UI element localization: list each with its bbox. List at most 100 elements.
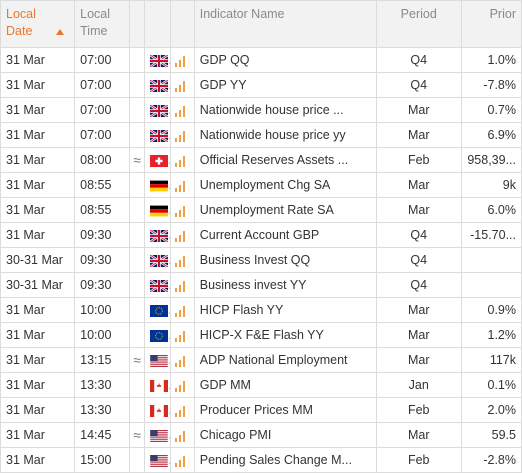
- importance-bars-icon: [175, 380, 186, 392]
- row-indicator-name[interactable]: Unemployment Chg SA: [193, 172, 377, 198]
- uk-flag-icon: [150, 279, 168, 292]
- row-country: [143, 72, 172, 98]
- row-time: 08:00: [74, 147, 131, 173]
- row-country: [143, 197, 172, 223]
- importance-bars-icon: [175, 255, 186, 267]
- column-header-indicator-name[interactable]: Indicator Name: [193, 0, 377, 48]
- row-indicator-name[interactable]: Official Reserves Assets ...: [193, 147, 377, 173]
- canada-flag-icon: [150, 404, 168, 417]
- row-importance: [170, 397, 195, 423]
- column-header-period[interactable]: Period: [375, 0, 462, 48]
- column-header-local-time[interactable]: Local Time: [74, 0, 131, 48]
- column-header-volatility: [129, 0, 145, 48]
- calendar-row[interactable]: 31 Mar 13:30 Producer Prices MM Feb 2.0%: [0, 397, 522, 423]
- row-indicator-name[interactable]: Chicago PMI: [193, 422, 377, 448]
- row-country: [143, 322, 172, 348]
- row-country: [143, 372, 172, 398]
- row-time: 08:55: [74, 197, 131, 223]
- row-indicator-name[interactable]: ADP National Employment: [193, 347, 377, 373]
- volatility-icon: [129, 322, 145, 348]
- column-header-local-date[interactable]: Local Date: [0, 0, 76, 48]
- importance-bars-icon: [175, 305, 186, 317]
- row-indicator-name[interactable]: Business Invest QQ: [193, 247, 377, 273]
- volatility-icon: [129, 297, 145, 323]
- volatility-icon: [129, 197, 145, 223]
- row-date: 31 Mar: [0, 72, 76, 98]
- row-indicator-name[interactable]: Nationwide house price yy: [193, 122, 377, 148]
- sort-ascending-icon: [56, 28, 64, 35]
- row-prior: -7.8%: [460, 72, 522, 98]
- prior-label: Prior: [489, 7, 516, 21]
- calendar-row[interactable]: 31 Mar 13:15 ≈ ADP National Employment Mar 11…: [0, 347, 522, 373]
- row-indicator-name[interactable]: Producer Prices MM: [193, 397, 377, 423]
- row-date: 31 Mar: [0, 197, 76, 223]
- row-indicator-name[interactable]: GDP QQ: [193, 47, 377, 73]
- row-date: 31 Mar: [0, 122, 76, 148]
- row-time: 10:00: [74, 297, 131, 323]
- calendar-row[interactable]: 31 Mar 08:55 Unemployment Rate SA Mar 6.0%: [0, 197, 522, 223]
- volatility-icon: [129, 222, 145, 248]
- row-indicator-name[interactable]: HICP Flash YY: [193, 297, 377, 323]
- row-time: 13:30: [74, 397, 131, 423]
- importance-bars-icon: [175, 105, 186, 117]
- row-country: [143, 347, 172, 373]
- row-country: [143, 422, 172, 448]
- row-indicator-name[interactable]: GDP YY: [193, 72, 377, 98]
- uk-flag-icon: [150, 129, 168, 142]
- calendar-row[interactable]: 30-31 Mar 09:30 Business invest YY Q4: [0, 272, 522, 298]
- row-time: 07:00: [74, 97, 131, 123]
- row-prior: 117k: [460, 347, 522, 373]
- row-indicator-name[interactable]: Business invest YY: [193, 272, 377, 298]
- row-country: [143, 47, 172, 73]
- calendar-row[interactable]: 31 Mar 10:00 HICP-X F&E Flash YY Mar 1.2%: [0, 322, 522, 348]
- row-importance: [170, 222, 195, 248]
- column-header-prior[interactable]: Prior: [460, 0, 522, 48]
- uk-flag-icon: [150, 254, 168, 267]
- row-period: Q4: [375, 247, 462, 273]
- calendar-row[interactable]: 31 Mar 14:45 ≈ Chicago PMI Mar 59.5: [0, 422, 522, 448]
- row-time: 14:45: [74, 422, 131, 448]
- calendar-row[interactable]: 30-31 Mar 09:30 Business Invest QQ Q4: [0, 247, 522, 273]
- row-indicator-name[interactable]: Nationwide house price ...: [193, 97, 377, 123]
- calendar-row[interactable]: 31 Mar 13:30 GDP MM Jan 0.1%: [0, 372, 522, 398]
- importance-bars-icon: [175, 330, 186, 342]
- row-time: 13:15: [74, 347, 131, 373]
- row-importance: [170, 247, 195, 273]
- row-country: [143, 297, 172, 323]
- row-indicator-name[interactable]: Current Account GBP: [193, 222, 377, 248]
- germany-flag-icon: [150, 180, 168, 192]
- row-prior: 1.0%: [460, 47, 522, 73]
- calendar-row[interactable]: 31 Mar 07:00 GDP YY Q4 -7.8%: [0, 72, 522, 98]
- row-indicator-name[interactable]: GDP MM: [193, 372, 377, 398]
- calendar-row[interactable]: 31 Mar 08:00 ≈ Official Reserves Assets ...…: [0, 147, 522, 173]
- row-importance: [170, 172, 195, 198]
- row-prior: 2.0%: [460, 397, 522, 423]
- row-period: Mar: [375, 422, 462, 448]
- row-country: [143, 272, 172, 298]
- calendar-row[interactable]: 31 Mar 10:00 HICP Flash YY Mar 0.9%: [0, 297, 522, 323]
- period-label: Period: [400, 7, 437, 21]
- row-importance: [170, 97, 195, 123]
- row-country: [143, 397, 172, 423]
- calendar-row[interactable]: 31 Mar 07:00 Nationwide house price yy Mar 6…: [0, 122, 522, 148]
- row-date: 31 Mar: [0, 172, 76, 198]
- row-time: 07:00: [74, 72, 131, 98]
- row-importance: [170, 297, 195, 323]
- row-date: 30-31 Mar: [0, 247, 76, 273]
- volatility-icon: [129, 372, 145, 398]
- calendar-row[interactable]: 31 Mar 09:30 Current Account GBP Q4 -15.70..…: [0, 222, 522, 248]
- row-country: [143, 222, 172, 248]
- row-importance: [170, 197, 195, 223]
- indicator-name-label: Indicator Name: [199, 7, 285, 21]
- row-indicator-name[interactable]: HICP-X F&E Flash YY: [193, 322, 377, 348]
- calendar-row[interactable]: 31 Mar 07:00 GDP QQ Q4 1.0%: [0, 47, 522, 73]
- row-importance: [170, 272, 195, 298]
- row-indicator-name[interactable]: Unemployment Rate SA: [193, 197, 377, 223]
- row-importance: [170, 422, 195, 448]
- switzerland-flag-icon: [150, 154, 168, 167]
- row-time: 10:00: [74, 322, 131, 348]
- calendar-row[interactable]: 31 Mar 07:00 Nationwide house price ... Mar…: [0, 97, 522, 123]
- calendar-row[interactable]: 31 Mar 08:55 Unemployment Chg SA Mar 9k: [0, 172, 522, 198]
- column-header-country: [143, 0, 172, 48]
- row-importance: [170, 72, 195, 98]
